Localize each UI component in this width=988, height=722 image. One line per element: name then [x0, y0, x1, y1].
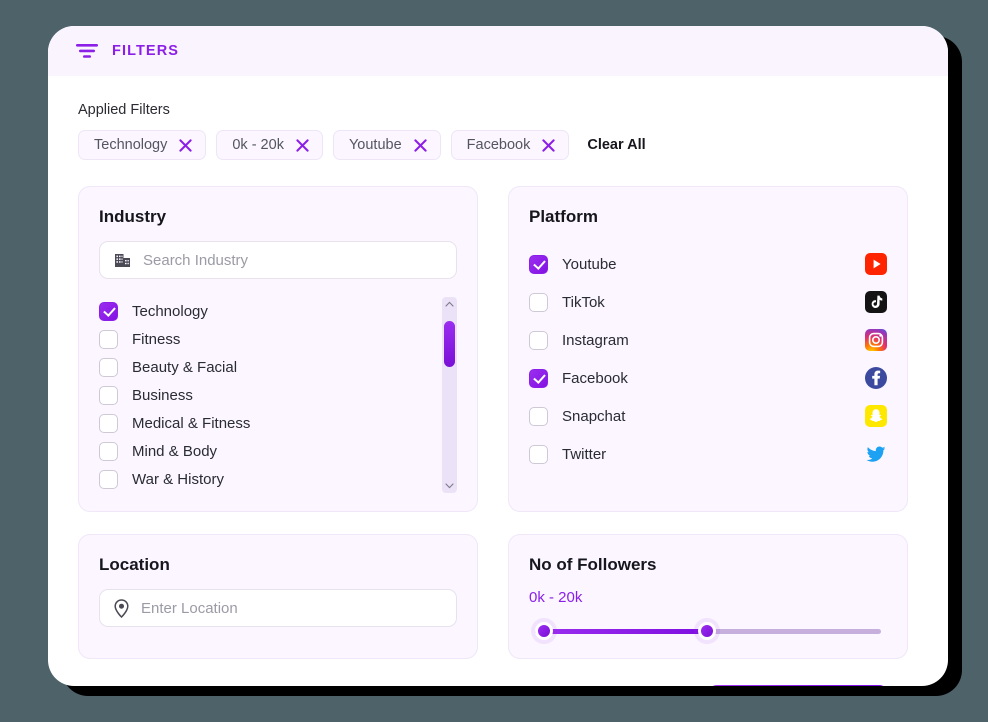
option-label: TikTok — [562, 293, 605, 311]
close-icon[interactable] — [179, 138, 192, 152]
filter-chip[interactable]: Facebook — [450, 130, 570, 160]
page-title: FILTERS — [112, 43, 180, 59]
checkbox[interactable] — [529, 368, 548, 388]
checkbox[interactable] — [529, 444, 548, 464]
checkbox[interactable] — [99, 301, 118, 321]
chip-label: Facebook — [466, 137, 531, 153]
filters-body: Applied Filters Technology 0k - 20k Yout… — [48, 76, 948, 686]
location-input-wrap[interactable] — [99, 589, 457, 627]
option-label: Instagram — [562, 331, 629, 349]
option-label: Beauty & Facial — [132, 358, 238, 376]
industry-search-wrap[interactable] — [99, 241, 457, 279]
platform-panel: Platform Youtube TikTok Instagram Facebo… — [508, 186, 908, 512]
followers-range-slider[interactable] — [535, 622, 881, 640]
industry-title: Industry — [99, 207, 167, 226]
slider-thumb-max[interactable] — [697, 622, 716, 640]
option-label: Snapchat — [562, 407, 626, 425]
applied-filter-chips: Technology 0k - 20k Youtube Facebook Cle… — [78, 130, 918, 160]
chip-label: Youtube — [348, 137, 402, 153]
industry-scrollbar[interactable] — [442, 297, 457, 493]
view-results-button[interactable]: VIEW RESULTS — [707, 685, 888, 686]
filter-panels-grid: Industry Search Industry Technology Fitn… — [78, 186, 918, 659]
list-item[interactable]: Medical & Fitness — [99, 409, 434, 437]
location-input[interactable] — [141, 599, 442, 617]
list-item[interactable]: Business — [99, 381, 434, 409]
list-item[interactable]: Facebook — [529, 359, 887, 397]
close-icon[interactable] — [542, 138, 555, 152]
filters-footer: 378 Creators Found VIEW RESULTS — [78, 659, 918, 686]
location-title: Location — [99, 555, 170, 574]
instagram-icon — [865, 329, 887, 351]
youtube-icon — [865, 253, 887, 275]
checkbox[interactable] — [99, 469, 118, 489]
applied-filters-label: Applied Filters — [78, 102, 170, 118]
close-icon[interactable] — [414, 138, 427, 152]
checkbox[interactable] — [529, 406, 548, 426]
list-item[interactable]: TikTok — [529, 283, 887, 321]
followers-range-value: 0k - 20k — [529, 589, 583, 606]
checkbox[interactable] — [99, 441, 118, 461]
list-item[interactable]: Youtube — [529, 245, 887, 283]
option-label: Twitter — [562, 445, 607, 463]
building-icon — [114, 252, 131, 269]
list-item[interactable]: Mind & Body — [99, 437, 434, 465]
snapchat-icon — [865, 405, 887, 427]
option-label: Medical & Fitness — [132, 414, 251, 432]
industry-search-input[interactable] — [143, 251, 442, 269]
map-pin-icon — [114, 598, 129, 618]
tiktok-icon — [865, 291, 887, 313]
checkbox[interactable] — [529, 330, 548, 350]
chip-label: Technology — [94, 137, 168, 153]
industry-options: Technology Fitness Beauty & Facial Busin… — [99, 297, 434, 493]
list-item[interactable]: Snapchat — [529, 397, 887, 435]
list-item[interactable]: Technology — [99, 297, 434, 325]
close-icon[interactable] — [296, 138, 309, 152]
checkbox[interactable] — [99, 329, 118, 349]
followers-title: No of Followers — [529, 555, 657, 574]
clear-all-button[interactable]: Clear All — [587, 137, 645, 153]
list-item[interactable]: War & History — [99, 465, 434, 493]
option-label: Mind & Body — [132, 442, 218, 460]
option-label: Youtube — [562, 255, 617, 273]
checkbox[interactable] — [529, 254, 548, 274]
filter-chip[interactable]: Youtube — [332, 130, 441, 160]
filters-header: FILTERS — [48, 26, 948, 76]
followers-panel: No of Followers 0k - 20k — [508, 534, 908, 659]
filter-icon — [76, 43, 98, 59]
chip-label: 0k - 20k — [232, 137, 284, 153]
checkbox[interactable] — [99, 357, 118, 377]
facebook-icon — [865, 367, 887, 389]
slider-thumb-min[interactable] — [535, 622, 553, 640]
list-item[interactable]: Fitness — [99, 325, 434, 353]
checkbox[interactable] — [99, 413, 118, 433]
option-label: Business — [132, 386, 193, 404]
checkbox[interactable] — [99, 385, 118, 405]
location-panel: Location — [78, 534, 478, 659]
option-label: War & History — [132, 470, 224, 488]
industry-list-wrap: Technology Fitness Beauty & Facial Busin… — [99, 297, 457, 493]
filters-card: FILTERS Applied Filters Technology 0k - … — [48, 26, 948, 686]
platform-options: Youtube TikTok Instagram Facebook Snapch… — [529, 245, 887, 473]
option-label: Facebook — [562, 369, 628, 387]
scrollbar-thumb[interactable] — [444, 321, 455, 367]
checkbox[interactable] — [529, 292, 548, 312]
option-label: Fitness — [132, 330, 181, 348]
option-label: Technology — [132, 302, 208, 320]
list-item[interactable]: Instagram — [529, 321, 887, 359]
platform-title: Platform — [529, 207, 598, 226]
chevron-up-icon[interactable] — [445, 301, 454, 307]
industry-panel: Industry Search Industry Technology Fitn… — [78, 186, 478, 512]
list-item[interactable]: Twitter — [529, 435, 887, 473]
slider-track-fill — [535, 629, 702, 634]
list-item[interactable]: Beauty & Facial — [99, 353, 434, 381]
chevron-down-icon[interactable] — [445, 483, 454, 489]
filter-chip[interactable]: 0k - 20k — [216, 130, 323, 160]
twitter-icon — [865, 443, 887, 465]
filter-chip[interactable]: Technology — [78, 130, 207, 160]
